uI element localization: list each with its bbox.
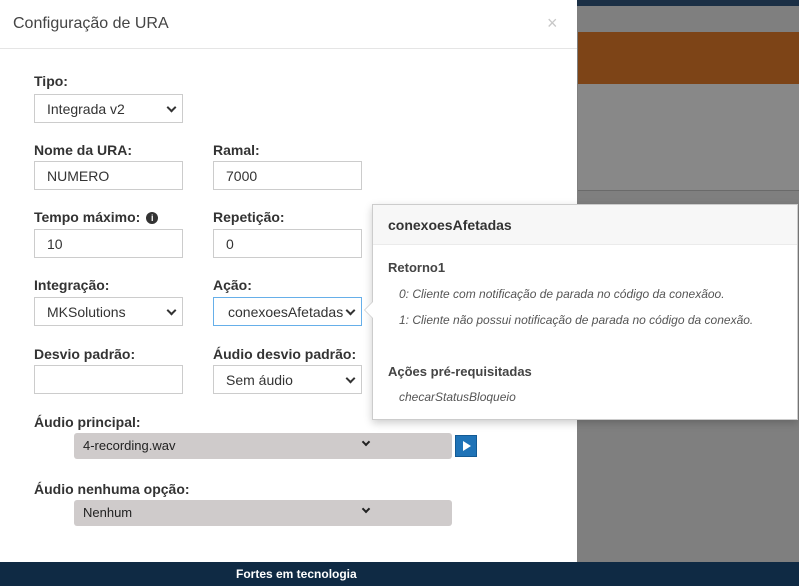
close-icon[interactable]: × [547, 13, 558, 34]
ramal-label: Ramal: [213, 142, 260, 158]
audio-nenhuma-opcao-value: Nenhum [83, 505, 133, 520]
integracao-label: Integração: [34, 277, 110, 293]
footer: Fortes em tecnologia [0, 562, 799, 586]
repeticao-label: Repetição: [213, 209, 285, 225]
footer-text: Fortes em tecnologia [236, 567, 357, 581]
chevron-down-icon [166, 102, 177, 113]
prereq-heading: Ações pré-requisitadas [388, 364, 532, 379]
audio-desvio-padrao-select[interactable]: Sem áudio [213, 365, 362, 394]
audio-principal-value: 4-recording.wav [83, 438, 176, 453]
audio-principal-label: Áudio principal: [34, 414, 141, 430]
audio-nenhuma-opcao-label: Áudio nenhuma opção: [34, 481, 190, 497]
background-divider [578, 190, 799, 191]
retorno-item: 1: Cliente não possui notificação de par… [399, 313, 754, 327]
popover-arrow [364, 301, 373, 319]
integracao-select[interactable]: MKSolutions [34, 297, 183, 326]
desvio-padrao-label: Desvio padrão: [34, 346, 136, 362]
retorno-item: 0: Cliente com notificação de parada no … [399, 287, 725, 301]
acao-value: conexoesAfetadas [228, 304, 344, 320]
tipo-select[interactable]: Integrada v2 [34, 94, 183, 123]
tempo-maximo-label-text: Tempo máximo: [34, 209, 141, 225]
audio-desvio-padrao-label: Áudio desvio padrão: [213, 346, 357, 362]
integracao-value: MKSolutions [47, 304, 126, 320]
desvio-padrao-input[interactable] [34, 365, 183, 394]
chevron-down-icon [345, 373, 356, 384]
audio-principal-select[interactable]: 4-recording.wav [74, 433, 452, 459]
info-icon[interactable]: i [146, 212, 159, 224]
chevron-down-icon [361, 504, 371, 514]
ramal-input[interactable]: 7000 [213, 161, 362, 190]
chevron-down-icon [166, 305, 177, 316]
audio-desvio-padrao-value: Sem áudio [226, 372, 293, 388]
play-audio-button[interactable] [455, 435, 477, 457]
prereq-item: checarStatusBloqueio [399, 390, 516, 404]
audio-nenhuma-opcao-select[interactable]: Nenhum [74, 500, 452, 526]
play-icon [463, 441, 471, 451]
tipo-value: Integrada v2 [47, 101, 125, 117]
popover-title: conexoesAfetadas [373, 205, 797, 245]
chevron-down-icon [345, 305, 356, 316]
background-banner [578, 32, 799, 84]
retorno-heading: Retorno1 [388, 260, 446, 275]
nome-ura-label: Nome da URA: [34, 142, 133, 158]
repeticao-input[interactable]: 0 [213, 229, 362, 258]
background-panel [578, 84, 799, 190]
tempo-maximo-input[interactable]: 10 [34, 229, 183, 258]
modal-header: Configuração de URA × [0, 0, 577, 49]
tipo-label: Tipo: [34, 73, 68, 89]
action-info-popover: conexoesAfetadas Retorno1 0: Cliente com… [364, 204, 798, 420]
nome-ura-input[interactable]: NUMERO [34, 161, 183, 190]
modal-title: Configuração de URA [13, 15, 169, 32]
acao-select[interactable]: conexoesAfetadas [213, 297, 362, 326]
chevron-down-icon [361, 437, 371, 447]
acao-label: Ação: [213, 277, 252, 293]
tempo-maximo-label: Tempo máximo: i [34, 209, 159, 225]
